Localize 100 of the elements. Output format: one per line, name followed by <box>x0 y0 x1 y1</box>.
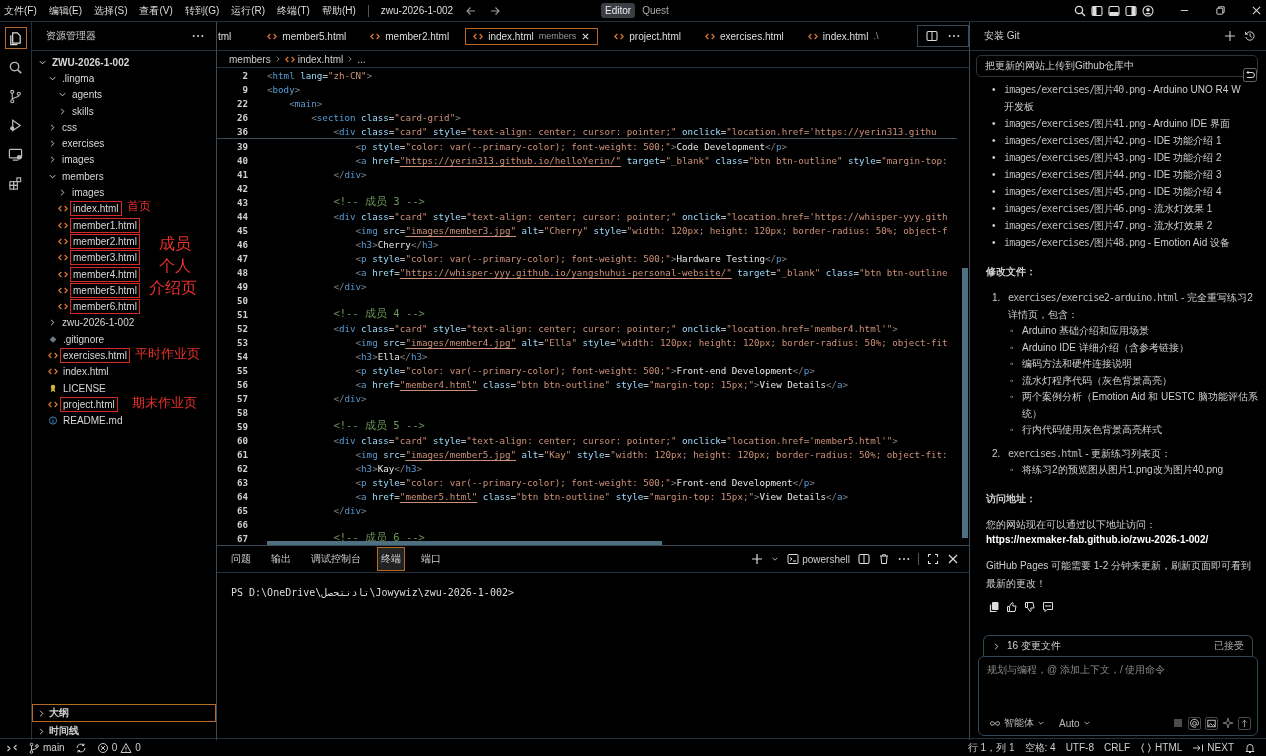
folder-item[interactable]: skills <box>70 104 96 118</box>
chat-input-box[interactable]: 规划与编程，@ 添加上下文，/ 使用命令 智能体 Auto <box>978 656 1258 736</box>
code-line: <h3>Kay</h3> <box>354 462 422 474</box>
code-line: <!-- 成员 3 --> <box>332 195 425 209</box>
menu-item[interactable]: 帮助(H) <box>321 3 356 18</box>
indentation[interactable]: 空格: 4 <box>1024 740 1056 755</box>
view-mode-tab[interactable]: Quest <box>638 3 673 18</box>
menu-item[interactable]: 文件(F) <box>4 3 37 18</box>
line-number: 56 <box>235 378 248 390</box>
terminal-profile[interactable]: powershell <box>787 553 850 565</box>
line-number: 60 <box>235 434 248 446</box>
line-ending[interactable]: CRLF <box>1103 742 1131 753</box>
breadcrumb-item[interactable]: members <box>229 53 271 65</box>
code-line: </div> <box>332 280 367 292</box>
cursor-position[interactable]: 行 1，列 1 <box>967 740 1015 755</box>
file-item[interactable]: README.md <box>61 414 125 428</box>
line-number: 65 <box>235 504 248 516</box>
menu-item[interactable]: 转到(G) <box>184 3 220 18</box>
folder-item[interactable]: ZWU-2026-1-002 <box>50 55 132 69</box>
file-item[interactable]: project.html <box>61 397 117 411</box>
line-number: 36 <box>235 125 248 137</box>
language-mode[interactable]: HTML <box>1140 741 1183 754</box>
link[interactable]: https://nexmaker-fab.github.io/zwu-2026-1-002/ <box>986 534 1258 545</box>
line-number: 58 <box>235 406 248 418</box>
list-item: 1. exercises/exercise2-arduino.html - 完全重写练习2详情页，包含： <box>992 291 1254 322</box>
file-item[interactable]: member5.html <box>71 283 139 297</box>
panel-tab[interactable]: 问题 <box>227 547 255 571</box>
file-item[interactable]: index.html <box>71 202 121 216</box>
panel-tab[interactable]: 调试控制台 <box>307 547 365 571</box>
panel-tab[interactable]: 输出 <box>267 547 295 571</box>
file-tab[interactable]: project.html <box>606 27 689 45</box>
file-item[interactable]: member1.html <box>71 218 139 232</box>
line-number: 9 <box>241 83 248 95</box>
section-header[interactable]: 大纲 <box>32 704 216 722</box>
section-header[interactable]: 时间线 <box>32 722 216 740</box>
menu-item[interactable]: 编辑(E) <box>48 3 83 18</box>
file-item[interactable]: LICENSE <box>61 381 108 395</box>
code-line: <img src="images/member4.jpg" alt="Ella" style="width: 120px; height: 120px; border-radius: 50%; object-fit <box>354 336 948 348</box>
code-line: <a href="https://yerin313.github.io/helloYerin/" target="_blank" class="btn btn-outline" style="margin-top: <box>354 154 948 166</box>
encoding[interactable]: UTF-8 <box>1065 742 1094 753</box>
file-tab[interactable]: member5.html <box>259 27 355 45</box>
code-line: </div> <box>332 504 367 516</box>
code-line: </div> <box>332 168 367 180</box>
list-item: • images/exercises/图片45.png - IDE 功能介绍 4 <box>992 185 1223 199</box>
code-line: <p style="color: var(--primary-color); font-weight: 500;">Front-end Development</p> <box>354 476 815 488</box>
menu-item[interactable]: 运行(R) <box>231 3 266 18</box>
line-number: 54 <box>235 350 248 362</box>
file-item[interactable]: member6.html <box>71 300 139 314</box>
file-tab[interactable]: exercises.html <box>696 27 792 45</box>
list-item: ◦ Arduino 基础介绍和应用场景 <box>1010 324 1151 338</box>
folder-item[interactable]: images <box>60 153 97 167</box>
file-tab[interactable]: index.html .\ <box>799 27 887 45</box>
line-number: 61 <box>235 448 248 460</box>
line-number: 40 <box>235 154 248 166</box>
code-line: <body> <box>267 83 301 95</box>
file-tab[interactable]: tml <box>217 27 240 45</box>
breadcrumb-item[interactable]: index.html <box>297 53 344 65</box>
view-mode-tab[interactable]: Editor <box>601 3 636 18</box>
code-line: <h3>Cherry</h3> <box>354 238 439 250</box>
menu-item[interactable]: 选择(S) <box>94 3 128 18</box>
changes-bar[interactable]: 16 变更文件 已接受 <box>983 635 1253 656</box>
line-number: 47 <box>235 252 248 264</box>
model-selector[interactable]: Auto <box>1059 717 1091 729</box>
folder-item[interactable]: members <box>60 169 106 183</box>
file-item[interactable]: member3.html <box>71 251 139 265</box>
problems-indicator[interactable]: 0 0 <box>96 741 141 754</box>
file-item[interactable]: exercises.html <box>61 349 129 362</box>
file-item[interactable]: .gitignore <box>61 332 107 346</box>
next-edit[interactable]: NEXT <box>1192 741 1234 754</box>
folder-item[interactable]: agents <box>70 88 105 102</box>
paragraph: 您的网站现在可以通过以下地址访问： <box>986 518 1157 532</box>
line-number: 49 <box>235 280 248 292</box>
menu-item[interactable]: 查看(V) <box>139 3 173 18</box>
folder-item[interactable]: css <box>60 120 79 134</box>
line-number: 52 <box>235 322 248 334</box>
file-item[interactable]: member4.html <box>71 267 139 281</box>
panel-tab[interactable]: 端口 <box>417 547 445 571</box>
section-heading: 修改文件： <box>986 265 1037 279</box>
line-number: 64 <box>235 490 248 502</box>
list-item: • images/exercises/图片47.png - 流水灯效果 2 <box>992 219 1214 233</box>
file-tab[interactable]: member2.html <box>362 27 458 45</box>
folder-item[interactable]: exercises <box>60 137 107 151</box>
agent-selector[interactable]: 智能体 <box>989 716 1045 730</box>
file-item[interactable]: index.html <box>61 365 111 379</box>
chat-input[interactable]: 规划与编程，@ 添加上下文，/ 使用命令 <box>979 657 1257 716</box>
folder-item[interactable]: .lingma <box>60 71 97 85</box>
branch-indicator[interactable]: main <box>28 741 65 754</box>
code-line: <!-- 成员 5 --> <box>332 419 425 433</box>
panel-tab[interactable]: 终端 <box>377 547 405 571</box>
line-number: 57 <box>235 392 248 404</box>
list-item: • images/exercises/图片44.png - IDE 功能介绍 3 <box>992 168 1223 182</box>
folder-item[interactable]: images <box>70 186 107 199</box>
folder-item[interactable]: zwu-2026-1-002 <box>60 316 137 330</box>
file-item[interactable]: member2.html <box>71 234 139 248</box>
list-item: ◦ 编码方法和硬件连接说明 <box>1010 357 1133 371</box>
workspace-name[interactable]: zwu-2026-1-002 <box>380 5 454 16</box>
file-tab[interactable]: index.html members <box>465 27 599 45</box>
menu-item[interactable]: 终端(T) <box>277 3 310 18</box>
code-line: <p style="color: var(--primary-color); font-weight: 500;">Front-end Development</p> <box>354 364 815 376</box>
breadcrumb-item[interactable]: ... <box>357 53 366 65</box>
